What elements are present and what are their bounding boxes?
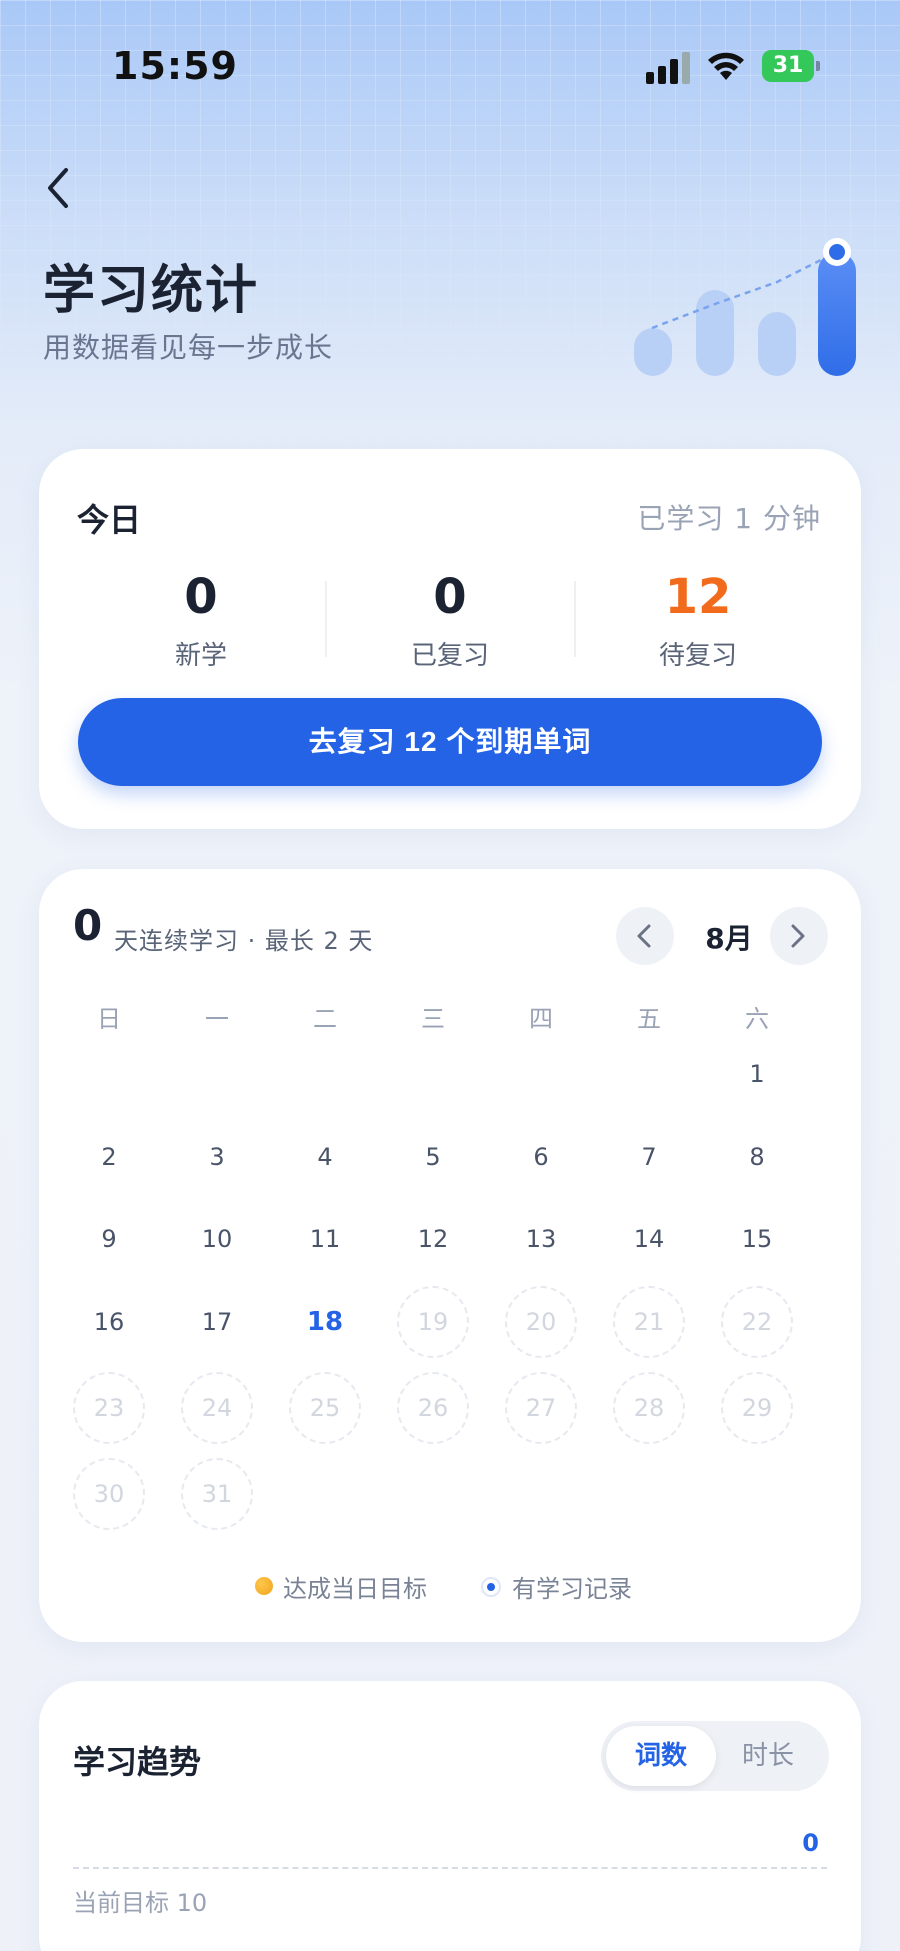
status-bar: 15:59 31: [0, 0, 900, 130]
goal-label: 当前目标 10: [73, 1889, 208, 1917]
weekday-label: 二: [313, 1005, 337, 1033]
stat-label: 待复习: [658, 641, 737, 671]
review-due-words-button[interactable]: 去复习 12 个到期单词: [78, 698, 822, 786]
stat-reviewed: 0 已复习: [350, 567, 550, 672]
weekday-label: 三: [421, 1005, 445, 1033]
calendar-day[interactable]: 19: [397, 1286, 469, 1358]
calendar-day[interactable]: 17: [181, 1286, 253, 1358]
stat-pending: 12 待复习: [598, 567, 798, 672]
prev-month-button[interactable]: [616, 907, 674, 965]
streak-text: 天连续学习 · 最长 2 天: [114, 927, 374, 955]
stat-label: 已复习: [410, 641, 489, 671]
today-card: 今日 已学习 1 分钟 0 新学 0 已复习 12 待复习 去复习 12 个到期…: [39, 449, 861, 829]
calendar-day[interactable]: 21: [613, 1286, 685, 1358]
calendar-day[interactable]: 24: [181, 1372, 253, 1444]
calendar-card: 0 天连续学习 · 最长 2 天 8月 日一二三四五六 1 2 3 4 5 6 7 8 9 10 1…: [39, 869, 861, 1642]
battery-icon: 31: [762, 50, 820, 82]
stats-illustration-icon: [634, 238, 856, 376]
stat-new: 0 新学: [101, 567, 301, 672]
calendar-day[interactable]: 1: [721, 1038, 793, 1110]
studied-time: 已学习 1 分钟: [637, 502, 821, 535]
calendar-day[interactable]: 29: [721, 1372, 793, 1444]
today-label: 今日: [77, 501, 142, 539]
trend-value: 0: [802, 1829, 819, 1857]
chevron-right-icon: [791, 924, 805, 948]
trend-card: 学习趋势 词数 时长 0 当前目标 10: [39, 1681, 861, 1951]
calendar-day[interactable]: 8: [721, 1121, 793, 1193]
stat-value: 12: [664, 569, 732, 625]
calendar-day[interactable]: 10: [181, 1203, 253, 1275]
calendar-day[interactable]: 20: [505, 1286, 577, 1358]
tab-duration[interactable]: 时长: [713, 1726, 823, 1786]
calendar-day[interactable]: 22: [721, 1286, 793, 1358]
calendar-day[interactable]: 9: [73, 1203, 145, 1275]
goal-legend-dot-icon: [255, 1577, 273, 1595]
legend-goal: 达成当日目标: [283, 1575, 427, 1603]
signal-icon: [646, 50, 690, 84]
goal-line: [73, 1867, 827, 1869]
calendar-day[interactable]: 11: [289, 1203, 361, 1275]
calendar-day[interactable]: 14: [613, 1203, 685, 1275]
weekday-label: 一: [205, 1005, 229, 1033]
divider: [574, 581, 576, 657]
calendar-day[interactable]: 5: [397, 1121, 469, 1193]
weekday-label: 五: [637, 1005, 661, 1033]
calendar-day[interactable]: 27: [505, 1372, 577, 1444]
calendar-day[interactable]: 3: [181, 1121, 253, 1193]
calendar-day[interactable]: 4: [289, 1121, 361, 1193]
calendar-day-today[interactable]: 18: [289, 1286, 361, 1358]
trend-title: 学习趋势: [73, 1743, 202, 1781]
status-time: 15:59: [112, 44, 238, 88]
chevron-left-icon: [637, 924, 651, 948]
page-subtitle: 用数据看见每一步成长: [43, 331, 334, 364]
weekday-label: 日: [97, 1005, 121, 1033]
calendar-day[interactable]: 28: [613, 1372, 685, 1444]
calendar-day[interactable]: 25: [289, 1372, 361, 1444]
weekday-label: 六: [745, 1005, 769, 1033]
stat-value: 0: [433, 569, 467, 625]
battery-level: 31: [762, 50, 814, 82]
record-legend-dot-icon: [481, 1577, 501, 1597]
calendar-day[interactable]: 23: [73, 1372, 145, 1444]
next-month-button[interactable]: [770, 907, 828, 965]
stat-label: 新学: [174, 641, 227, 671]
calendar-day[interactable]: 6: [505, 1121, 577, 1193]
calendar-day[interactable]: 31: [181, 1458, 253, 1530]
calendar-day[interactable]: 7: [613, 1121, 685, 1193]
calendar-day[interactable]: 15: [721, 1203, 793, 1275]
legend-record: 有学习记录: [512, 1575, 632, 1603]
weekday-label: 四: [529, 1005, 553, 1033]
back-button[interactable]: [40, 162, 76, 214]
calendar-day[interactable]: 13: [505, 1203, 577, 1275]
calendar-day[interactable]: 30: [73, 1458, 145, 1530]
wifi-icon: [708, 52, 744, 80]
calendar-day[interactable]: 16: [73, 1286, 145, 1358]
trend-metric-toggle: 词数 时长: [601, 1721, 829, 1791]
calendar-day[interactable]: 12: [397, 1203, 469, 1275]
page-title: 学习统计: [43, 261, 260, 321]
divider: [325, 581, 327, 657]
tab-word-count[interactable]: 词数: [606, 1726, 716, 1786]
calendar-day[interactable]: 2: [73, 1121, 145, 1193]
stat-value: 0: [184, 569, 218, 625]
month-label: 8月: [705, 922, 753, 955]
streak-count: 0: [73, 901, 103, 950]
calendar-day[interactable]: 26: [397, 1372, 469, 1444]
